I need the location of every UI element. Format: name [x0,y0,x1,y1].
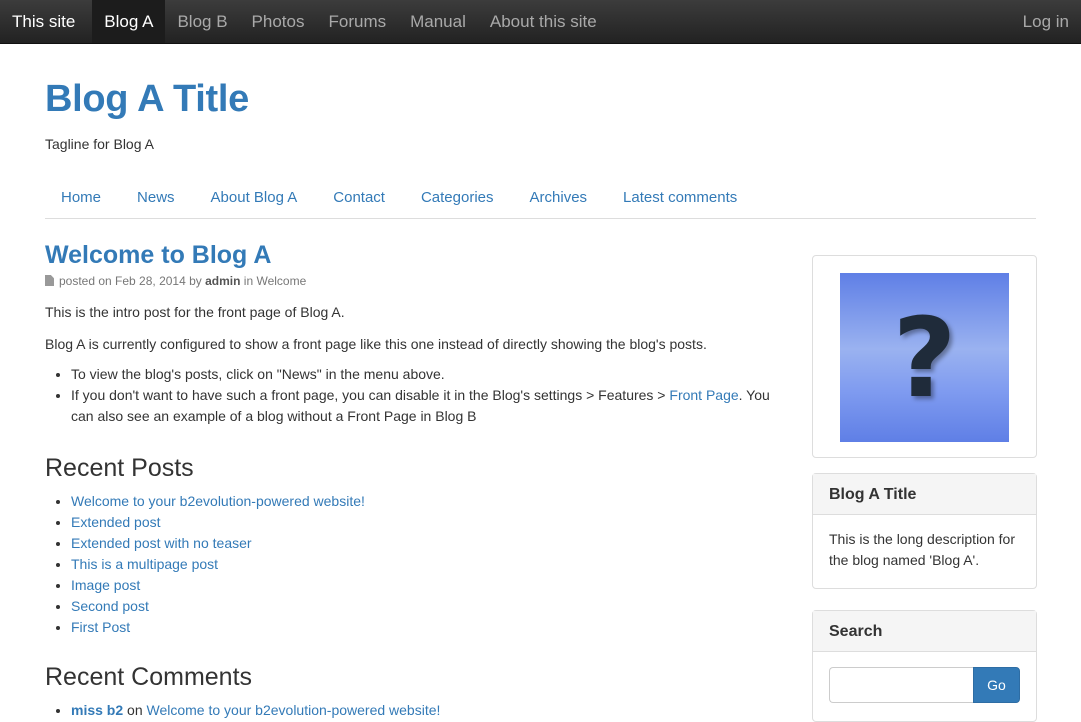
about-blog-description: This is the long description for the blo… [829,531,1015,568]
about-blog-widget-title: Blog A Title [813,474,1036,515]
bullet-text: To view the blog's posts, click on "News… [71,366,445,382]
blog-tagline: Tagline for Blog A [45,136,154,152]
site-brand-link[interactable]: This site [0,0,92,43]
nav-item-photos[interactable]: Photos [240,0,317,43]
about-blog-widget: Blog A Title This is the long descriptio… [812,473,1037,589]
blog-image[interactable]: ? [840,273,1009,442]
nav-item-blog-a[interactable]: Blog A [92,0,166,43]
post-bullet-list: To view the blog's posts, click on "News… [45,364,785,427]
search-widget: Search Go [812,610,1037,722]
post-meta-in: in [240,274,257,288]
menu-archives[interactable]: Archives [514,178,604,218]
nav-item-manual[interactable]: Manual [398,0,478,43]
recent-post-link[interactable]: Extended post [71,514,161,530]
menu-about-blog[interactable]: About Blog A [195,178,314,218]
menu-home[interactable]: Home [45,178,117,218]
nav-item-forums[interactable]: Forums [316,0,398,43]
list-item: First Post [71,617,785,638]
comment-author-link[interactable]: miss b2 [71,702,123,718]
search-widget-title: Search [813,611,1036,652]
search-input[interactable] [829,667,973,703]
list-item: If you don't want to have such a front p… [71,385,785,427]
recent-posts-list: Welcome to your b2evolution-powered webs… [45,491,785,638]
recent-post-link[interactable]: Extended post with no teaser [71,535,252,551]
search-go-button[interactable]: Go [973,667,1020,703]
comment-on-text: on [123,702,147,718]
post-author: admin [205,274,241,288]
list-item: Extended post [71,512,785,533]
menu-contact[interactable]: Contact [317,178,401,218]
comment-post-link[interactable]: Welcome to your b2evolution-powered webs… [147,702,441,718]
menu-categories[interactable]: Categories [405,178,510,218]
menu-news[interactable]: News [121,178,191,218]
post-meta: posted on Feb 28, 2014 by admin in Welco… [45,272,785,290]
list-item: To view the blog's posts, click on "News… [71,364,785,385]
nav-item-blog-b[interactable]: Blog B [165,0,239,43]
blog-menu: Home News About Blog A Contact Categorie… [45,178,1036,219]
recent-comments-list: miss b2 on Welcome to your b2evolution-p… [45,700,785,721]
login-link[interactable]: Log in [1023,0,1069,43]
recent-post-link[interactable]: This is a multipage post [71,556,218,572]
post-title[interactable]: Welcome to Blog A [45,238,785,272]
post-category[interactable]: Welcome [256,274,306,288]
recent-posts-heading: Recent Posts [45,454,194,482]
recent-comments-heading: Recent Comments [45,663,253,691]
site-nav: This site Blog A Blog B Photos Forums Ma… [0,0,609,43]
post-meta-prefix: posted on Feb 28, 2014 by [59,274,206,288]
recent-post-link[interactable]: Second post [71,598,149,614]
bullet-text: If you don't want to have such a front p… [71,387,670,403]
menu-latest-comments[interactable]: Latest comments [607,178,753,218]
list-item: This is a multipage post [71,554,785,575]
list-item: Welcome to your b2evolution-powered webs… [71,491,785,512]
blog-title[interactable]: Blog A Title [45,78,249,121]
recent-post-link[interactable]: First Post [71,619,130,635]
recent-post-link[interactable]: Welcome to your b2evolution-powered webs… [71,493,365,509]
question-mark-icon: ? [892,293,957,422]
recent-post-link[interactable]: Image post [71,577,140,593]
list-item: Image post [71,575,785,596]
post-paragraph-1: This is the intro post for the front pag… [45,304,345,320]
sidebar-image-widget: ? [812,255,1037,458]
post-paragraph-2: Blog A is currently configured to show a… [45,336,707,352]
front-page-link[interactable]: Front Page [669,387,738,403]
document-icon [45,275,54,286]
list-item: miss b2 on Welcome to your b2evolution-p… [71,700,785,721]
top-navbar: This site Blog A Blog B Photos Forums Ma… [0,0,1081,44]
list-item: Extended post with no teaser [71,533,785,554]
nav-item-about-site[interactable]: About this site [478,0,609,43]
list-item: Second post [71,596,785,617]
main-content: Welcome to Blog A posted on Feb 28, 2014… [45,238,785,721]
